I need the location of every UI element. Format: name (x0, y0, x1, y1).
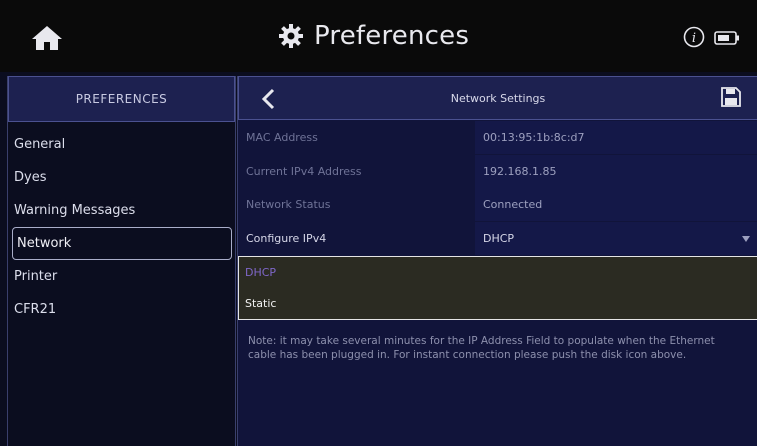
sidebar-item-cfr21[interactable]: CFR21 (8, 293, 235, 326)
mac-address-row: MAC Address 00:13:95:1b:8c:d7 (238, 121, 757, 154)
gear-icon (279, 24, 303, 48)
sidebar-list: General Dyes Warning Messages Network Pr… (8, 128, 235, 326)
configure-ipv4-select[interactable]: DHCP (475, 222, 757, 255)
row-value: 00:13:95:1b:8c:d7 (475, 121, 757, 154)
row-label: Network Status (246, 198, 331, 211)
network-settings-panel: Network Settings MAC Address 00:13:95:1b… (237, 76, 757, 446)
sidebar-item-label: General (14, 137, 66, 152)
option-dhcp[interactable]: DHCP (239, 257, 757, 288)
sidebar-item-printer[interactable]: Printer (8, 260, 235, 293)
sidebar: PREFERENCES General Dyes Warning Message… (7, 76, 236, 446)
row-value: Connected (475, 188, 757, 221)
sidebar-item-warning-messages[interactable]: Warning Messages (8, 194, 235, 227)
sidebar-item-label: Printer (14, 269, 58, 284)
sidebar-item-label: CFR21 (14, 302, 57, 317)
sidebar-item-label: Network (17, 236, 72, 251)
caret-down-icon (742, 236, 750, 242)
row-label: Configure IPv4 (246, 232, 327, 245)
sidebar-header: PREFERENCES (8, 76, 235, 122)
sidebar-item-general[interactable]: General (8, 128, 235, 161)
note-text: Note: it may take several minutes for th… (248, 335, 715, 361)
row-value: 192.168.1.85 (475, 155, 757, 188)
sidebar-item-network[interactable]: Network (12, 227, 232, 260)
sidebar-item-label: Warning Messages (14, 203, 136, 218)
panel-header: Network Settings (238, 76, 757, 120)
svg-text:i: i (692, 31, 696, 46)
top-bar: Preferences i (0, 0, 757, 72)
battery-icon (714, 31, 739, 45)
save-disk-icon[interactable] (721, 87, 741, 107)
home-icon[interactable] (30, 24, 64, 52)
info-icon[interactable]: i (683, 26, 705, 48)
row-label: MAC Address (246, 131, 318, 144)
network-status-row: Network Status Connected (238, 188, 757, 221)
sidebar-item-label: Dyes (14, 170, 47, 185)
page-title: Preferences (314, 21, 470, 51)
option-static[interactable]: Static (239, 288, 757, 319)
ipv4-dropdown-list: DHCP Static (238, 256, 757, 320)
sidebar-item-dyes[interactable]: Dyes (8, 161, 235, 194)
ipv4-address-row: Current IPv4 Address 192.168.1.85 (238, 155, 757, 188)
section-title: Network Settings (450, 91, 546, 105)
select-value: DHCP (483, 232, 515, 245)
configure-ipv4-row[interactable]: Configure IPv4 DHCP (238, 222, 757, 255)
title-group: Preferences (278, 18, 469, 54)
row-label: Current IPv4 Address (246, 165, 362, 178)
